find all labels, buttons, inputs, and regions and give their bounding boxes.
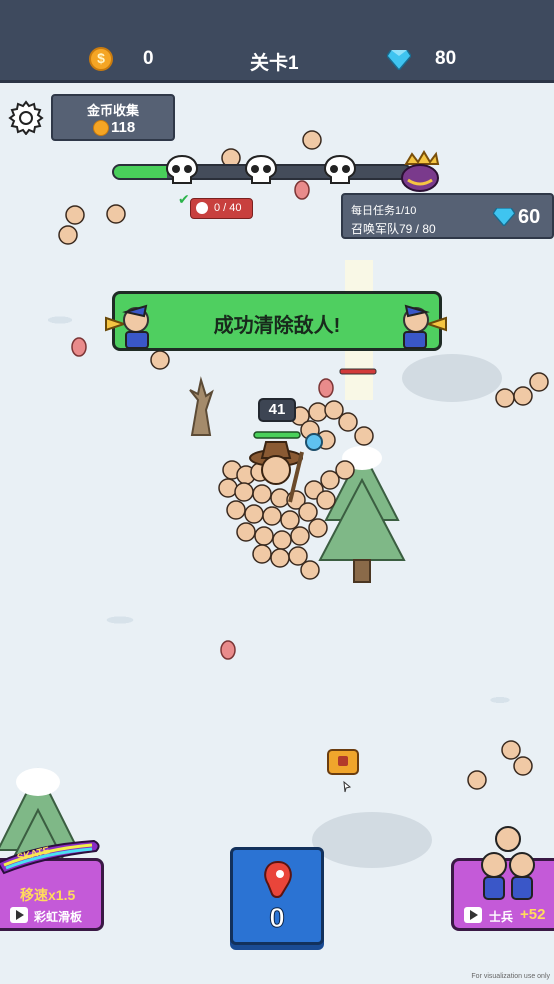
skate-label: 彩虹滑板 bbox=[34, 910, 83, 924]
wave-progress-fill bbox=[114, 166, 168, 178]
check-icon: ✔ bbox=[178, 191, 190, 207]
gear-icon[interactable] bbox=[8, 99, 44, 135]
soldier-bonus: +52 bbox=[520, 906, 546, 923]
skull-icon bbox=[323, 154, 357, 184]
watermark: For visualization use only bbox=[471, 973, 550, 980]
cursor-icon bbox=[343, 780, 352, 793]
soldiers-icon bbox=[481, 826, 535, 900]
banner-message: 成功清除敌人! bbox=[213, 315, 341, 337]
enemy-health-bar bbox=[339, 368, 377, 375]
treasure-chest-icon bbox=[327, 749, 359, 775]
pine-tree-icon bbox=[318, 446, 406, 583]
diamond-icon bbox=[493, 208, 515, 226]
ground-shadow bbox=[402, 354, 502, 402]
success-banner: 成功清除敌人! bbox=[112, 291, 442, 351]
video-ad-icon bbox=[464, 907, 482, 923]
task-reward: 60 bbox=[518, 206, 541, 228]
herald-trumpeter-icon bbox=[105, 304, 149, 349]
meat-button[interactable]: 0 bbox=[230, 847, 324, 945]
kill-count: 0 / 40 bbox=[214, 202, 242, 214]
skateboard-icon: SKATE bbox=[0, 839, 100, 875]
dead-tree-icon bbox=[189, 376, 214, 436]
task-desc: 召唤军队79 / 80 bbox=[351, 222, 436, 236]
gold-collect-value: 118 bbox=[111, 119, 136, 136]
meat-icon bbox=[264, 860, 292, 898]
army-count-badge: 41 bbox=[258, 398, 296, 422]
daily-task-panel[interactable]: 每日任务1/10 召唤军队79 / 80 60 bbox=[341, 193, 554, 239]
task-title: 每日任务1/10 bbox=[351, 205, 417, 217]
diamond-icon bbox=[387, 50, 411, 70]
boss-icon bbox=[401, 150, 440, 192]
skate-speed: 移速x1.5 bbox=[20, 887, 76, 903]
herald-trumpeter-icon bbox=[403, 304, 447, 349]
coin-icon bbox=[93, 120, 109, 136]
skull-icon bbox=[165, 154, 199, 184]
video-ad-icon bbox=[10, 907, 28, 923]
soldier-button[interactable]: 士兵 +52 bbox=[451, 826, 554, 931]
rainbow-skateboard-button[interactable]: SKATE 移速x1.5 彩虹滑板 bbox=[0, 839, 104, 931]
coin-icon bbox=[89, 47, 113, 71]
meat-count: 0 bbox=[269, 902, 286, 934]
skull-icon bbox=[196, 202, 208, 214]
soldier-label: 士兵 bbox=[489, 910, 514, 924]
level-title: 关卡1 bbox=[250, 53, 299, 74]
ground-shadow bbox=[312, 812, 432, 868]
gold-collect-panel[interactable]: 金币收集 118 bbox=[51, 94, 175, 141]
kill-counter: 0 / 40 bbox=[190, 198, 253, 219]
gem-count: 80 bbox=[435, 48, 457, 69]
gold-collect-label: 金币收集 bbox=[86, 103, 139, 118]
top-bar: 0 关卡1 80 bbox=[0, 0, 554, 83]
coin-count: 0 bbox=[143, 48, 154, 69]
skull-icon bbox=[244, 154, 278, 184]
